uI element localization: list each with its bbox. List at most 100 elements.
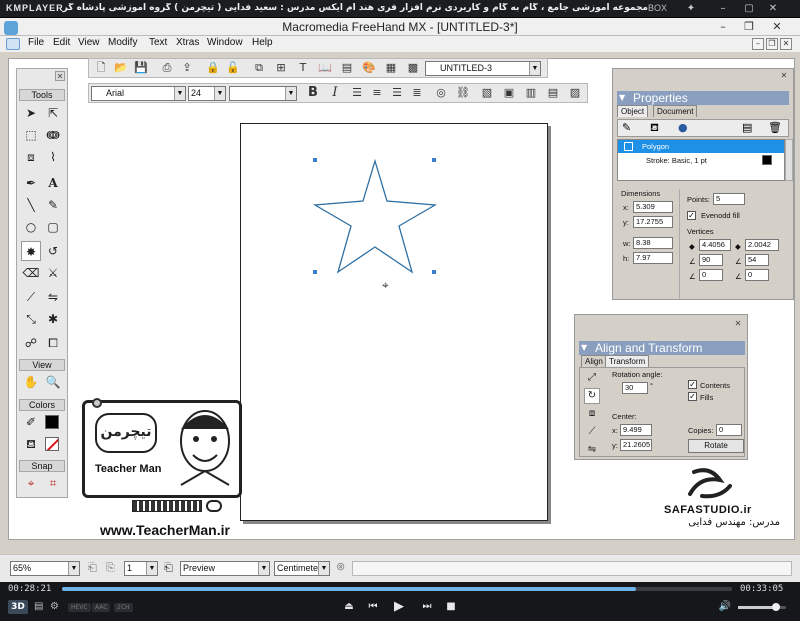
subselect-tool-icon[interactable]: ⇱ <box>43 103 63 123</box>
menu-help[interactable]: Help <box>252 37 273 48</box>
doc-restore-icon[interactable]: ❐ <box>766 38 778 50</box>
duplicate-item-icon[interactable]: ▤ <box>742 121 752 134</box>
ellipse-tool-icon[interactable]: ○ <box>21 217 41 237</box>
text-columns-icon[interactable]: ▤ <box>545 85 561 101</box>
connector-tool-icon[interactable]: ⧠ <box>43 333 63 353</box>
align-left-icon[interactable]: ☰ <box>349 85 365 101</box>
page-select[interactable]: 1 ▼ <box>124 561 158 576</box>
text-tool-icon[interactable]: A <box>43 173 63 193</box>
justify-icon[interactable]: ≣ <box>409 85 425 101</box>
pin-icon[interactable]: ✦ <box>684 2 698 16</box>
open-icon[interactable]: 📂 <box>113 60 129 76</box>
import-icon[interactable]: ⎙ <box>159 60 175 76</box>
document-icon[interactable] <box>6 38 20 50</box>
trash-icon[interactable]: 🗑 <box>768 121 782 134</box>
properties-title[interactable]: Properties <box>617 91 789 105</box>
line-tool-icon[interactable]: ╲ <box>21 195 41 215</box>
player-minimize-icon[interactable]: – <box>716 2 730 16</box>
stroke-swatch[interactable] <box>45 415 59 429</box>
text-attach-icon[interactable]: ▨ <box>567 85 583 101</box>
add-effect-icon[interactable]: ● <box>678 121 688 134</box>
tab-object[interactable]: Object <box>617 105 649 117</box>
pointer-tool-icon[interactable]: ➤ <box>21 103 41 123</box>
doc-minimize-icon[interactable]: – <box>752 38 764 50</box>
evenodd-checkbox[interactable]: ✓ <box>687 211 696 220</box>
fill-swatch-none[interactable] <box>45 437 59 451</box>
selection-handle[interactable] <box>432 158 436 162</box>
app-restore-icon[interactable]: ❐ <box>736 18 762 36</box>
fills-checkbox[interactable]: ✓ <box>688 392 697 401</box>
new-document-icon[interactable]: 🗋 <box>93 60 109 76</box>
freehand-app-icon[interactable] <box>4 21 18 35</box>
add-fill-icon[interactable]: ⛾ <box>650 121 659 136</box>
list-scrollbar[interactable] <box>785 139 793 181</box>
player-close-icon[interactable]: ✕ <box>766 2 780 16</box>
font-style-select[interactable]: ▼ <box>229 86 297 101</box>
knife-tool-icon[interactable]: ⚔ <box>43 263 63 283</box>
selection-handle[interactable] <box>313 270 317 274</box>
h-field[interactable]: 7.97 <box>633 252 673 264</box>
list-item-stroke[interactable]: Stroke: Basic, 1 pt <box>618 154 784 167</box>
center-x-field[interactable]: 9.499 <box>620 424 652 436</box>
align-center-icon[interactable]: ≡ <box>369 85 385 101</box>
styles-icon[interactable]: ▦ <box>383 60 399 76</box>
lasso-tool-icon[interactable]: ↈ <box>43 125 63 145</box>
fill-checkbox[interactable] <box>624 142 633 151</box>
properties-close-icon[interactable]: ✕ <box>779 71 789 81</box>
menu-view[interactable]: View <box>78 37 100 48</box>
text-on-path-icon[interactable]: ◎ <box>433 85 449 101</box>
playlist-icon[interactable]: ▤ <box>34 601 43 612</box>
page-tool-icon[interactable]: ⬚ <box>21 125 41 145</box>
doc-close-icon[interactable]: ✕ <box>780 38 792 50</box>
fill-color-icon[interactable]: ⛾ <box>21 434 41 454</box>
pen-tool-icon[interactable]: ✒ <box>21 173 41 193</box>
vertex-2-field[interactable]: 2.0042 <box>745 239 779 251</box>
export-icon[interactable]: ⇪ <box>179 60 195 76</box>
menu-file[interactable]: File <box>28 37 44 48</box>
tab-document[interactable]: Document <box>653 105 698 117</box>
app-minimize-icon[interactable]: – <box>710 18 736 36</box>
volume-slider[interactable] <box>738 603 786 611</box>
font-size-select[interactable]: 24 ▼ <box>188 86 226 101</box>
selection-handle[interactable] <box>432 270 436 274</box>
align-icon[interactable]: ⊞ <box>273 60 289 76</box>
units-select[interactable]: Centimeters ▼ <box>274 561 330 576</box>
chart-tool-icon[interactable]: ✱ <box>43 309 63 329</box>
align-right-icon[interactable]: ☰ <box>389 85 405 101</box>
reflect-tool-icon[interactable]: ⇋ <box>43 287 63 307</box>
snap-to-point-icon[interactable]: ⌖ <box>21 473 41 493</box>
eyedropper-tool-icon[interactable]: ⌇ <box>43 147 63 167</box>
seek-bar[interactable] <box>62 587 732 591</box>
layers-icon[interactable]: ▤ <box>339 60 355 76</box>
player-maximize-icon[interactable]: ▢ <box>742 2 756 16</box>
flow-inside-icon[interactable]: ▣ <box>501 85 517 101</box>
hand-pan-icon[interactable]: ✋ <box>21 372 41 392</box>
tools-close-icon[interactable]: ✕ <box>55 71 65 81</box>
move-icon[interactable]: ⤢ <box>584 370 600 386</box>
view-mode-select[interactable]: Preview ▼ <box>180 561 270 576</box>
italic-button[interactable]: I <box>327 85 343 101</box>
eraser-tool-icon[interactable]: ⌫ <box>21 263 41 283</box>
add-page-icon[interactable]: ⎘ <box>106 561 115 575</box>
scale-tool-icon[interactable]: ⧈ <box>21 147 41 167</box>
lock-icon[interactable]: 🔒 <box>205 60 221 76</box>
skew-icon[interactable]: ⟋ <box>584 424 600 440</box>
polygon-tool-icon[interactable]: ✸ <box>21 241 41 261</box>
previous-icon[interactable]: ⏮ <box>366 600 380 614</box>
library-icon[interactable]: 📖 <box>317 60 333 76</box>
convert-to-paths-icon[interactable]: ▥ <box>523 85 539 101</box>
cancel-render-icon[interactable]: ⊗ <box>336 560 345 573</box>
eject-icon[interactable]: ⏏ <box>342 600 356 614</box>
collapse-arrow-icon[interactable]: ▼ <box>619 91 629 105</box>
menu-xtras[interactable]: Xtras <box>176 37 199 48</box>
scale-icon[interactable]: ⧈ <box>584 406 600 422</box>
next-page-icon[interactable]: ⎗ <box>164 561 173 575</box>
w-field[interactable]: 8.38 <box>633 237 673 249</box>
app-close-icon[interactable]: ✕ <box>764 18 790 36</box>
zoom-icon[interactable]: 🔍 <box>43 372 63 392</box>
list-item-polygon[interactable]: Polygon <box>618 140 784 153</box>
unlock-icon[interactable]: 🔓 <box>225 60 241 76</box>
x-field[interactable]: 5.309 <box>633 201 673 213</box>
tab-transform[interactable]: Transform <box>605 355 650 367</box>
align-title[interactable]: Align and Transform <box>579 341 745 355</box>
